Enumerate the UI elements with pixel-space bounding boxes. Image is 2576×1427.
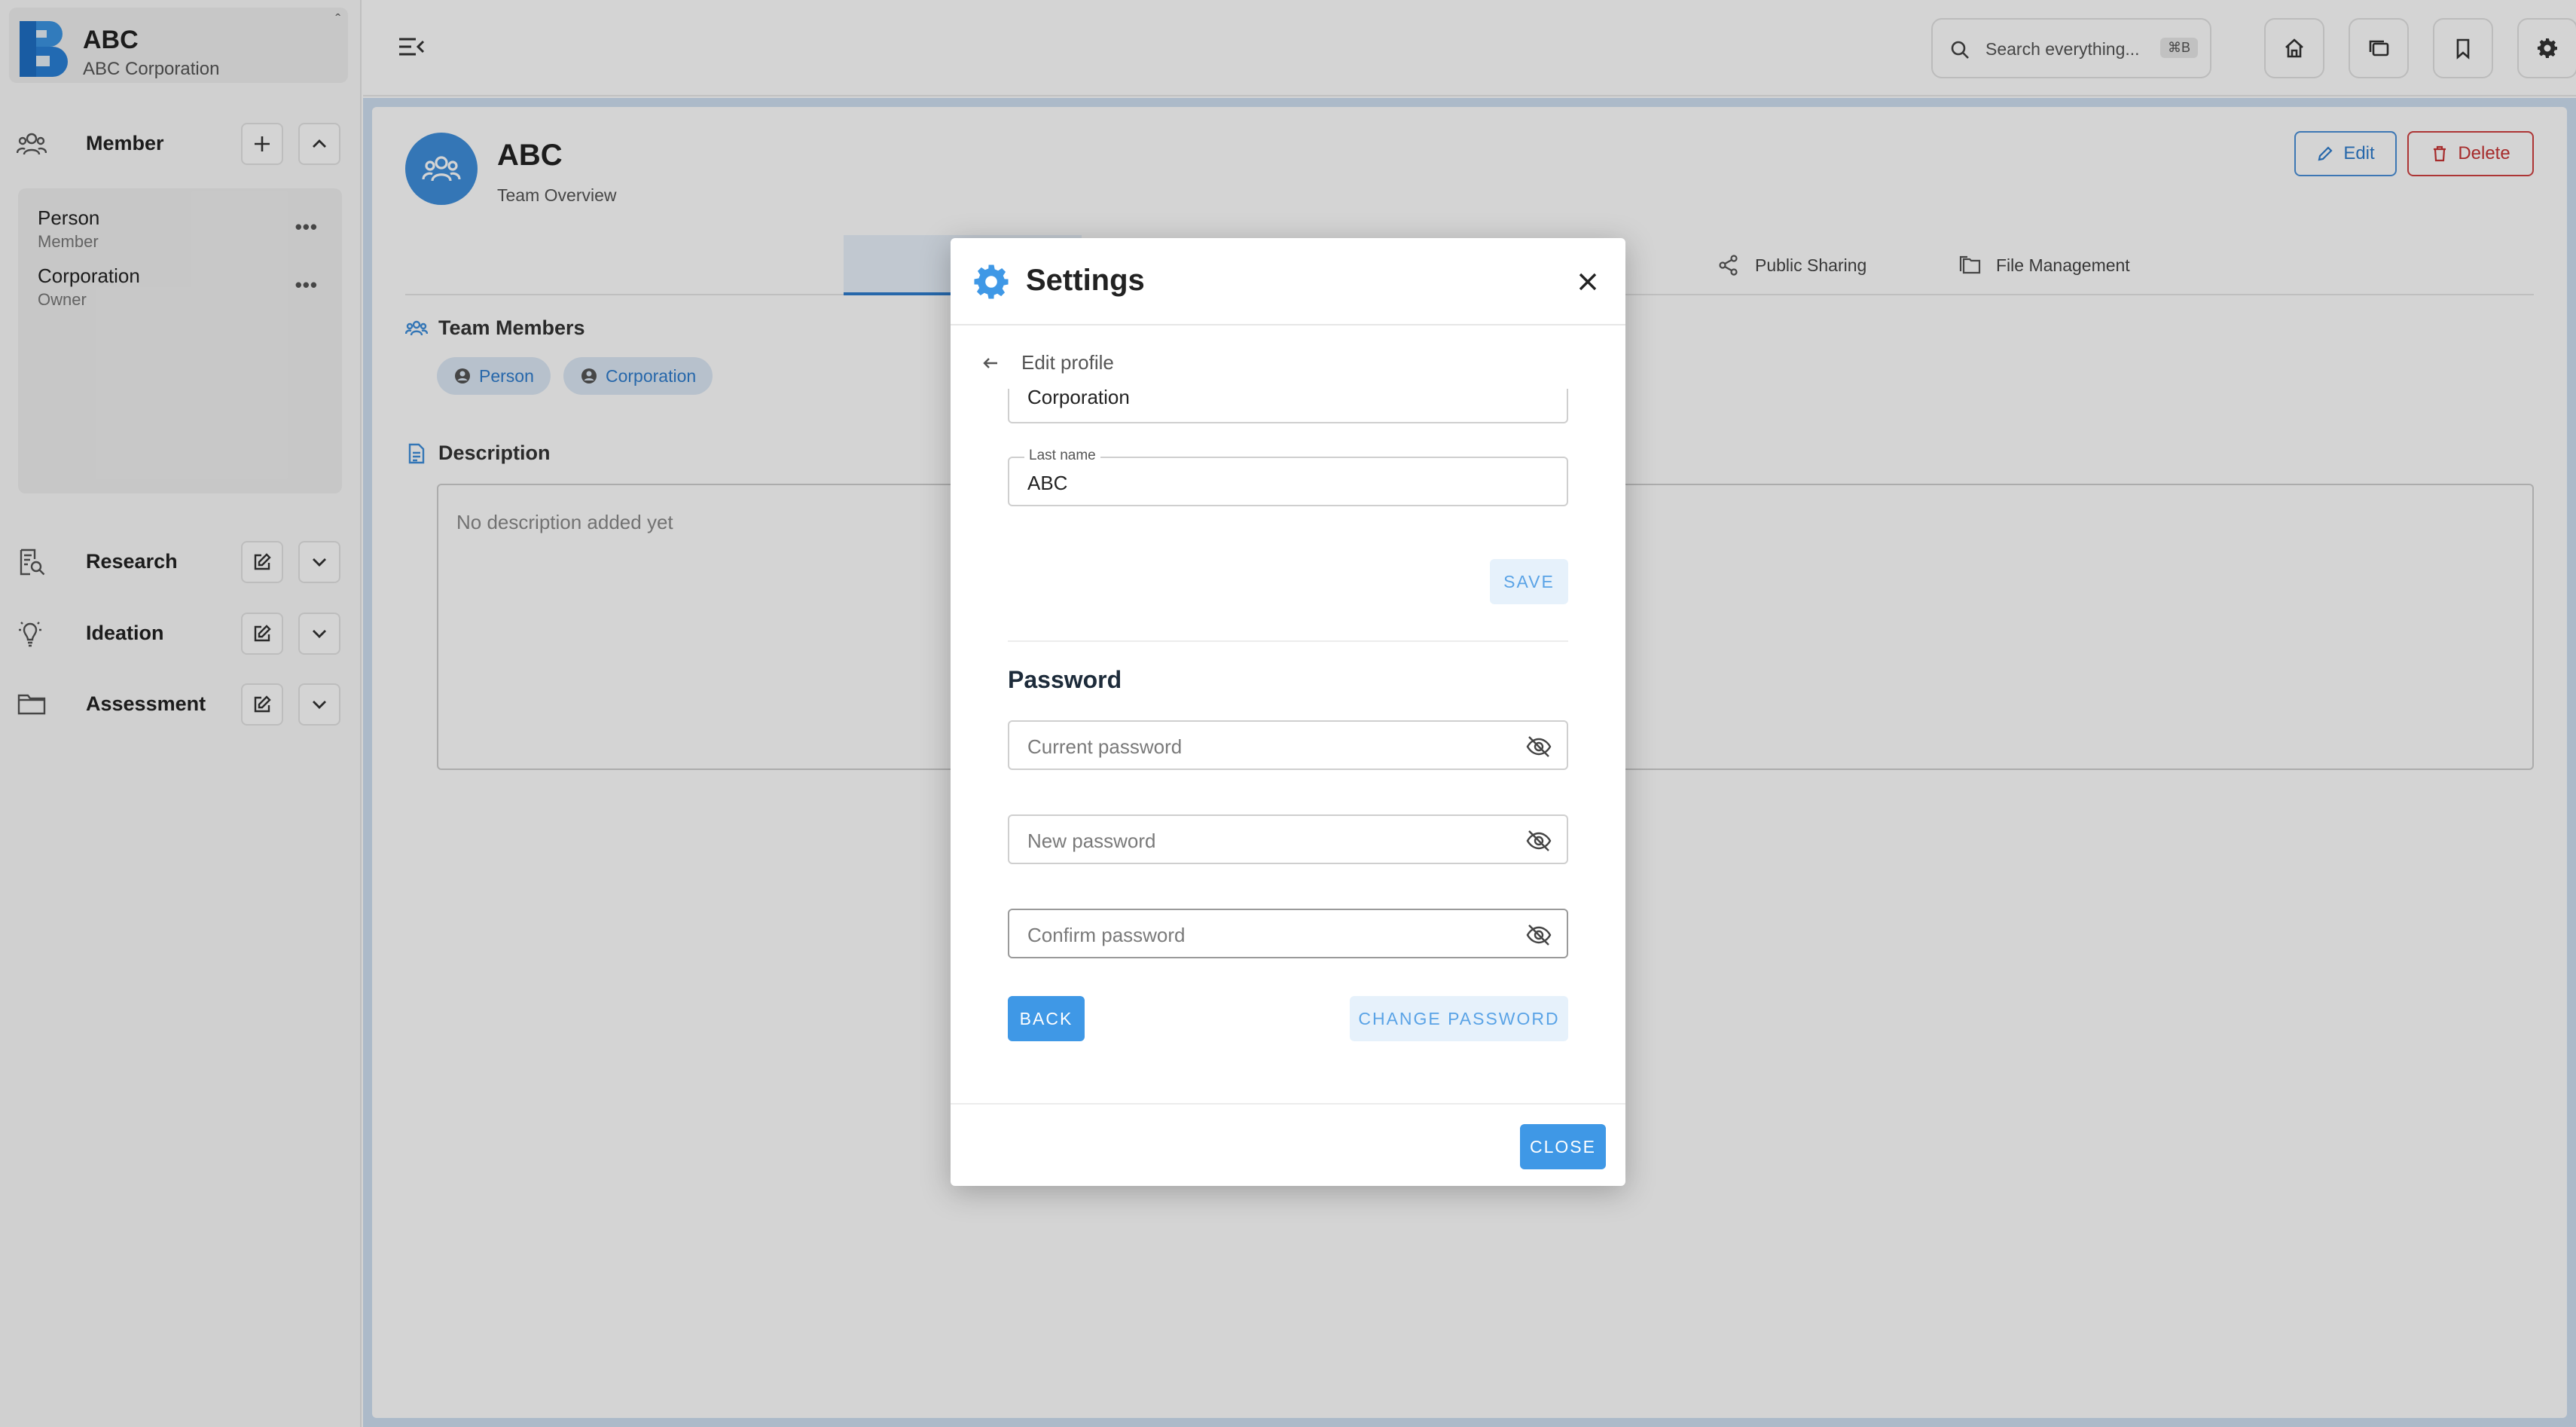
eye-off-icon[interactable] — [1525, 827, 1553, 855]
back-button[interactable]: BACK — [1008, 996, 1085, 1041]
close-button[interactable]: CLOSE — [1520, 1124, 1606, 1169]
gear-icon — [974, 264, 1009, 299]
dialog-title: Settings — [1026, 264, 1145, 297]
last-name-label: Last name — [1024, 448, 1100, 464]
last-name-value: ABC — [1027, 472, 1068, 494]
new-password-field[interactable]: New password — [1008, 814, 1568, 864]
edit-profile-nav-overlay[interactable]: Edit profile — [981, 351, 1114, 374]
confirm-password-field[interactable]: Confirm password — [1008, 909, 1568, 958]
dialog-header: Settings — [951, 238, 1625, 325]
dialog-footer-divider — [951, 1103, 1625, 1105]
save-button[interactable]: SAVE — [1490, 559, 1568, 604]
new-password-placeholder: New password — [1027, 830, 1156, 852]
current-password-placeholder: Current password — [1027, 735, 1183, 758]
subnav-label: Edit profile — [1021, 351, 1114, 374]
confirm-password-placeholder: Confirm password — [1027, 924, 1186, 946]
last-name-field[interactable]: Last name ABC — [1008, 448, 1568, 506]
current-password-field[interactable]: Current password — [1008, 720, 1568, 770]
close-icon[interactable] — [1573, 267, 1603, 297]
change-password-button[interactable]: CHANGE PASSWORD — [1350, 996, 1568, 1041]
divider — [1008, 640, 1568, 642]
eye-off-icon[interactable] — [1525, 732, 1553, 761]
password-heading: Password — [1008, 666, 1122, 693]
settings-dialog: Settings Edit profile Corporation Edit p… — [951, 238, 1625, 1186]
eye-off-icon[interactable] — [1525, 921, 1553, 949]
arrow-left-icon — [983, 357, 997, 368]
first-name-value: Corporation — [1027, 386, 1130, 408]
